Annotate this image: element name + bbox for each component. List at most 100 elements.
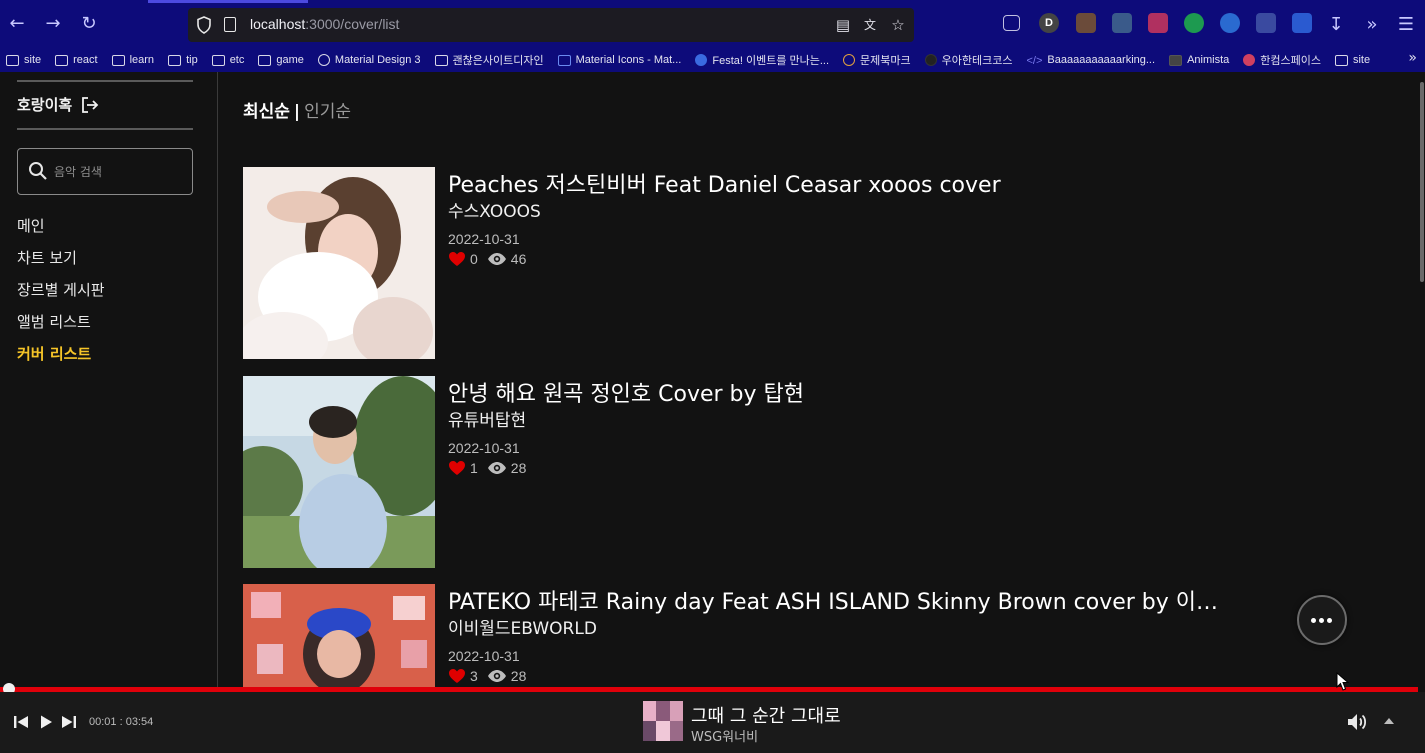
bookmark-item[interactable]: Animista — [1169, 54, 1229, 66]
heart-icon[interactable] — [448, 251, 466, 267]
play-icon[interactable] — [38, 714, 54, 730]
pocket-icon[interactable] — [1003, 15, 1020, 31]
reader-view-icon[interactable]: ▤ — [834, 16, 852, 34]
search-icon[interactable] — [28, 161, 48, 181]
cover-thumbnail[interactable] — [243, 376, 435, 568]
festa-favicon — [695, 54, 708, 66]
music-player: 00:01 : 03:54 그때 그 순간 그대로 WSG워너비 — [0, 692, 1425, 753]
bookmark-item[interactable]: etc — [211, 54, 244, 66]
bookmark-item[interactable]: Festa! 이벤트를 만나는... — [695, 52, 829, 68]
back-arrow-icon[interactable]: ← — [5, 12, 29, 36]
bookmark-item[interactable]: Material Icons - Mat... — [557, 54, 681, 66]
shield-icon[interactable] — [196, 16, 212, 34]
more-options-button[interactable] — [1297, 595, 1347, 645]
bookmark-item[interactable]: 괜찮은사이트디자인 — [434, 52, 544, 68]
cover-card[interactable]: PATEKO 파테코 Rainy day Feat ASH ISLAND Ski… — [243, 584, 1243, 688]
next-track-icon[interactable] — [61, 714, 77, 730]
scrollbar-thumb[interactable] — [1420, 82, 1424, 282]
cover-date: 2022-10-31 — [448, 440, 520, 456]
previous-track-icon[interactable] — [13, 714, 29, 730]
url-text[interactable]: localhost:3000/cover/list — [250, 16, 399, 32]
sort-popular[interactable]: 인기순 — [304, 102, 351, 122]
extension-cat-icon[interactable] — [1076, 13, 1096, 33]
folder-icon — [434, 54, 448, 66]
bookmark-favicon — [843, 54, 856, 66]
playback-time: 00:01 : 03:54 — [89, 716, 154, 728]
cover-card[interactable]: Peaches 저스틴비버 Feat Daniel Ceasar xooos c… — [243, 167, 1243, 359]
extension-grid-icon[interactable] — [1148, 13, 1168, 33]
bookmark-item[interactable]: 한컴스페이스 — [1243, 52, 1321, 68]
sidebar-item-album-list[interactable]: 앨범 리스트 — [17, 310, 105, 342]
bookmark-item[interactable]: learn — [111, 54, 154, 66]
heart-icon[interactable] — [448, 460, 466, 476]
bookmark-item[interactable]: site — [1334, 54, 1370, 66]
bookmark-item[interactable]: </> Baaaaaaaaaaarking... — [1026, 54, 1156, 67]
page-info-icon[interactable] — [224, 17, 236, 32]
reload-icon[interactable]: ↻ — [77, 12, 101, 36]
bookmark-item[interactable]: Material Design 3 — [317, 54, 421, 66]
sidebar-item-chart[interactable]: 차트 보기 — [17, 246, 105, 278]
folder-icon — [168, 54, 182, 66]
bookmark-item[interactable]: react — [55, 54, 98, 66]
bookmark-star-icon[interactable]: ☆ — [889, 16, 907, 34]
extension-compass-icon[interactable] — [1220, 13, 1240, 33]
volume-icon[interactable] — [1347, 712, 1369, 732]
view-count: 28 — [510, 668, 527, 684]
extension-d-icon[interactable]: D — [1039, 13, 1059, 33]
sidebar-item-genre-board[interactable]: 장르별 게시판 — [17, 278, 105, 310]
search-input[interactable] — [54, 159, 184, 185]
extension-g-icon[interactable] — [1184, 13, 1204, 33]
bookmark-item[interactable]: site — [6, 54, 41, 66]
address-bar[interactable]: localhost:3000/cover/list ▤ 文 ☆ — [188, 8, 914, 42]
extension-wave-icon[interactable] — [1112, 13, 1132, 33]
cover-thumbnail[interactable] — [243, 167, 435, 359]
cover-date: 2022-10-31 — [448, 231, 520, 247]
cover-title[interactable]: 안녕 해요 원곡 정인호 Cover by 탑현 — [448, 376, 804, 408]
now-playing-artist: WSG워너비 — [691, 730, 759, 745]
extensions-puzzle-icon[interactable] — [1256, 13, 1276, 33]
overflow-chevron-icon[interactable]: » — [1360, 13, 1384, 37]
now-playing-album-art[interactable] — [643, 701, 683, 741]
downloads-icon[interactable]: ↧ — [1324, 13, 1348, 37]
bookmark-item[interactable]: 우아한테크코스 — [924, 52, 1013, 68]
translate-icon[interactable]: 文 — [861, 16, 879, 34]
page-scrollbar[interactable] — [1419, 72, 1425, 688]
bookmark-item[interactable]: tip — [168, 54, 198, 66]
eye-icon — [487, 462, 506, 474]
more-dot — [1327, 618, 1332, 623]
sidebar-item-main[interactable]: 메인 — [17, 214, 105, 246]
sort-latest[interactable]: 최신순 — [243, 102, 290, 122]
cover-title[interactable]: PATEKO 파테코 Rainy day Feat ASH ISLAND Ski… — [448, 584, 1238, 616]
expand-player-caret-icon[interactable] — [1384, 718, 1394, 724]
woowa-favicon — [924, 54, 937, 66]
code-favicon: </> — [1026, 54, 1043, 67]
extension-translate-icon[interactable] — [1292, 13, 1312, 33]
folder-icon — [1334, 54, 1348, 66]
sidebar-item-cover-list[interactable]: 커버 리스트 — [17, 342, 105, 374]
eye-icon — [487, 670, 506, 682]
now-playing-title: 그때 그 순간 그대로 — [691, 706, 841, 727]
username: 호랑이혹 — [17, 96, 73, 114]
cover-card[interactable]: 안녕 해요 원곡 정인호 Cover by 탑현 유튜버탑현 2022-10-3… — [243, 376, 1243, 568]
like-count: 1 — [470, 460, 478, 476]
search-box[interactable] — [17, 148, 193, 195]
folder-icon — [258, 54, 272, 66]
cover-stats: 1 28 — [448, 460, 526, 476]
heart-icon[interactable] — [448, 668, 466, 684]
menu-hamburger-icon[interactable]: ☰ — [1394, 13, 1418, 37]
cover-title[interactable]: Peaches 저스틴비버 Feat Daniel Ceasar xooos c… — [448, 167, 1001, 199]
logout-icon[interactable] — [81, 96, 99, 113]
cover-artist: 수스XOOOS — [448, 202, 541, 222]
folder-icon — [55, 54, 69, 66]
main-content: 최신순 | 인기순 Peaches 저스틴비버 Feat Daniel Ceasar… — [219, 72, 1417, 688]
browser-toolbar: ← → ↻ localhost:3000/cover/list ▤ 文 ☆ D … — [0, 0, 1425, 48]
bookmark-item[interactable]: 문제북마크 — [843, 52, 911, 68]
like-count: 0 — [470, 251, 478, 267]
cover-thumbnail[interactable] — [243, 584, 435, 688]
more-dots-icon — [1311, 618, 1316, 623]
sort-toggle: 최신순 | 인기순 — [243, 97, 351, 122]
forward-arrow-icon[interactable]: → — [41, 12, 65, 36]
bookmarks-overflow-icon[interactable]: » — [1408, 50, 1417, 66]
bookmark-item[interactable]: game — [258, 54, 304, 66]
folder-icon — [211, 54, 225, 66]
